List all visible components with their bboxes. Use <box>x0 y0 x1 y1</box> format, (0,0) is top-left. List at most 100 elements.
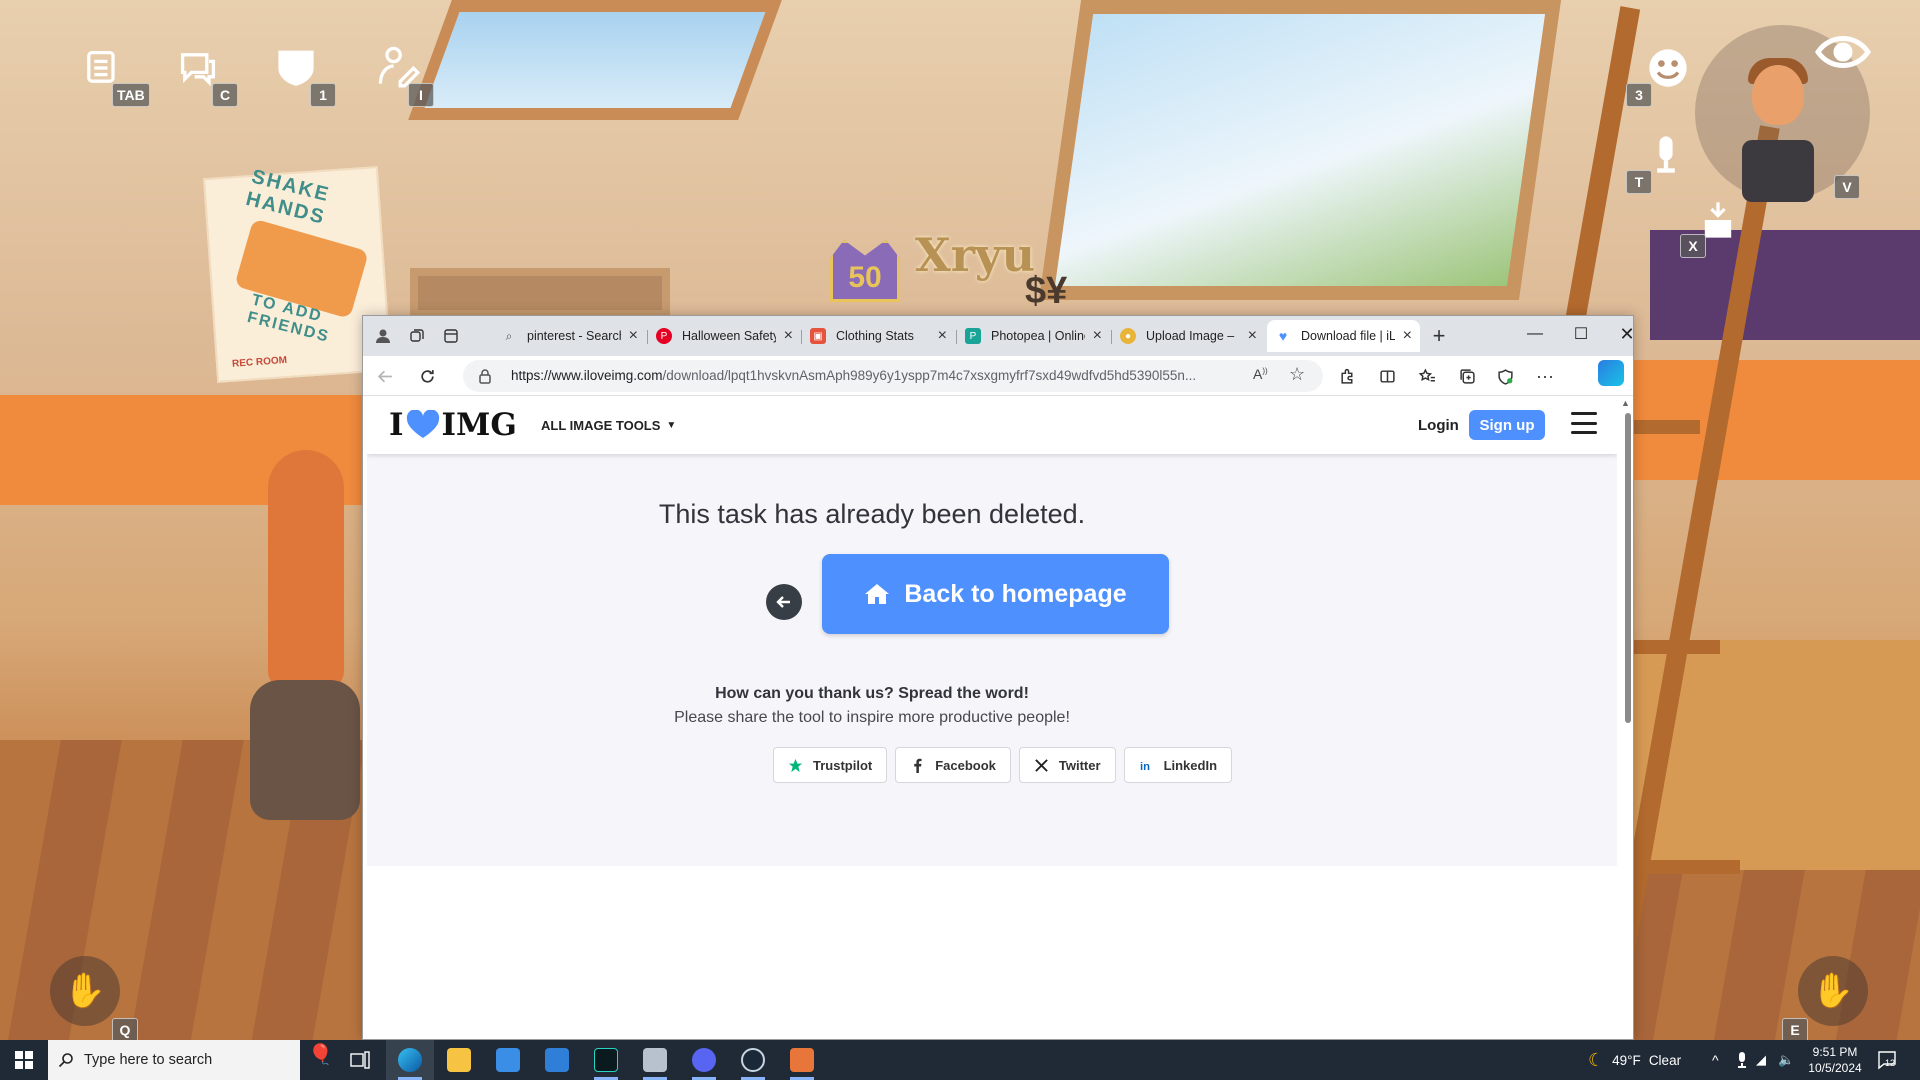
linkedin-icon: in <box>1140 761 1150 773</box>
tab-actions-icon[interactable] <box>437 322 465 350</box>
back-icon[interactable] <box>371 362 399 390</box>
workspaces-icon[interactable] <box>403 322 431 350</box>
copilot-icon[interactable] <box>1598 360 1624 386</box>
tab-title: Clothing Stats <box>836 329 914 343</box>
weather-desc: Clear <box>1648 1052 1682 1068</box>
hamburger-menu-icon[interactable] <box>1571 412 1597 434</box>
twitter-button[interactable]: Twitter <box>1018 747 1116 783</box>
address-bar[interactable]: https://www.iloveimg.com/download/lpqt1h… <box>463 360 1323 392</box>
task-view-icon[interactable] <box>336 1040 384 1080</box>
tab-title: Photopea | Online <box>991 329 1085 343</box>
logo-text-left: I <box>389 407 404 443</box>
edge-taskbar-icon[interactable] <box>386 1040 434 1080</box>
close-icon[interactable]: × <box>629 327 638 345</box>
linkedin-button[interactable]: in LinkedIn <box>1123 747 1233 783</box>
scroll-up-icon[interactable]: ▲ <box>1621 398 1630 408</box>
browser-window: ⌕ pinterest - Search × P Halloween Safet… <box>362 315 1634 1040</box>
browser-essentials-icon[interactable] <box>1491 362 1519 390</box>
avatar-head <box>1752 65 1804 125</box>
lock-icon[interactable] <box>477 368 493 384</box>
wave-right-icon[interactable]: ✋ <box>1798 956 1868 1026</box>
store-icon[interactable] <box>484 1040 532 1080</box>
windows-taskbar: Type here to search 🎈 ☾ 49°F Clear ^ ◢ 🔈… <box>0 1040 1920 1080</box>
search-icon <box>58 1053 73 1068</box>
taskbar-search[interactable]: Type here to search 🎈 <box>48 1040 333 1080</box>
extensions-icon[interactable] <box>1333 362 1361 390</box>
close-icon[interactable]: × <box>1093 327 1102 345</box>
heart-icon <box>406 410 439 438</box>
site-header: I IMG ALL IMAGE TOOLS ▼ Login Sign up <box>367 396 1617 454</box>
read-aloud-icon[interactable]: A)) <box>1253 366 1268 382</box>
tab-clothing-stats[interactable]: ▣ Clothing Stats × <box>802 320 955 352</box>
iloveimg-logo[interactable]: I IMG <box>389 407 517 443</box>
trustpilot-button[interactable]: Trustpilot <box>773 747 888 783</box>
mail-icon[interactable] <box>533 1040 581 1080</box>
back-home-label: Back to homepage <box>904 579 1127 608</box>
tab-pinterest-search[interactable]: ⌕ pinterest - Search × <box>493 320 646 352</box>
hud-key-shield: 1 <box>310 83 336 107</box>
volume-icon[interactable]: 🔈 <box>1778 1040 1794 1080</box>
iloveimg-heart-icon: ♥ <box>1278 328 1288 344</box>
network-icon[interactable]: ◢ <box>1756 1040 1766 1080</box>
tray-chevron-icon[interactable]: ^ <box>1712 1040 1719 1080</box>
hud-key-wave-right: E <box>1782 1018 1808 1040</box>
hud-key-mic: T <box>1626 170 1652 194</box>
hud-key-emote: 3 <box>1626 83 1652 107</box>
player-nametag: Xryu <box>915 228 1036 282</box>
steam-icon[interactable] <box>729 1040 777 1080</box>
microphone-tray-icon[interactable] <box>1736 1040 1748 1080</box>
hud-key-chat: C <box>212 83 238 107</box>
hud-key-tab: TAB <box>112 83 150 107</box>
back-to-homepage-button[interactable]: Back to homepage <box>822 554 1169 634</box>
windows-start-icon[interactable] <box>0 1040 48 1080</box>
tab-title: Halloween Safety <box>682 329 776 343</box>
all-tools-label: ALL IMAGE TOOLS <box>541 418 661 433</box>
notification-icon[interactable]: 12 <box>1876 1048 1900 1072</box>
collections-icon[interactable] <box>1453 362 1481 390</box>
close-icon[interactable]: × <box>938 327 947 345</box>
wall-picture <box>410 268 670 318</box>
hud-key-wave-left: Q <box>112 1018 138 1040</box>
close-icon[interactable]: × <box>1403 327 1412 345</box>
refresh-icon[interactable] <box>413 362 441 390</box>
taskbar-clock[interactable]: 9:51 PM 10/5/2024 <box>1800 1044 1870 1076</box>
all-image-tools-menu[interactable]: ALL IMAGE TOOLS ▼ <box>541 418 676 433</box>
attic-window <box>1038 0 1562 300</box>
favorite-star-icon[interactable]: ☆ <box>1289 364 1305 385</box>
close-icon[interactable]: × <box>784 327 793 345</box>
back-arrow-icon[interactable] <box>766 584 802 620</box>
maximize-icon[interactable]: ☐ <box>1563 320 1599 348</box>
tab-photopea[interactable]: P Photopea | Online × <box>957 320 1110 352</box>
more-options-icon[interactable]: ··· <box>1531 362 1559 390</box>
facebook-icon <box>914 758 922 773</box>
tab-strip: ⌕ pinterest - Search × P Halloween Safet… <box>363 316 1633 356</box>
pinterest-icon: P <box>656 328 672 344</box>
rec-room-icon[interactable] <box>778 1040 826 1080</box>
weather-temp: 49°F <box>1612 1052 1641 1068</box>
tab-upload-image[interactable]: ● Upload Image – × <box>1112 320 1265 352</box>
tab-halloween-safety[interactable]: P Halloween Safety × <box>648 320 801 352</box>
favorites-icon[interactable] <box>1413 362 1441 390</box>
discord-icon[interactable] <box>680 1040 728 1080</box>
signup-button[interactable]: Sign up <box>1469 410 1545 440</box>
eye-icon[interactable] <box>1814 28 1872 76</box>
share-buttons: Trustpilot Facebook Twitter in LinkedIn <box>773 747 1233 783</box>
file-explorer-icon[interactable] <box>435 1040 483 1080</box>
search-highlight-icon: 🎈 <box>308 1044 333 1066</box>
tab-download-file[interactable]: ♥ Download file | iL × <box>1267 320 1420 352</box>
split-screen-icon[interactable] <box>1373 362 1401 390</box>
wave-left-icon[interactable]: ✋ <box>50 956 120 1026</box>
scrollbar-thumb[interactable] <box>1625 413 1631 723</box>
profile-icon[interactable] <box>369 322 397 350</box>
minimize-icon[interactable]: — <box>1517 320 1553 348</box>
login-link[interactable]: Login <box>1418 417 1459 434</box>
close-icon[interactable]: × <box>1248 327 1257 345</box>
app-window-icon[interactable] <box>631 1040 679 1080</box>
close-window-icon[interactable]: ✕ <box>1609 320 1633 348</box>
new-tab-button[interactable]: + <box>1425 322 1453 350</box>
url-text: https://www.iloveimg.com/download/lpqt1h… <box>511 368 1197 383</box>
mannequin <box>250 450 360 820</box>
facebook-button[interactable]: Facebook <box>895 747 1011 783</box>
weather-widget[interactable]: ☾ 49°F Clear <box>1588 1040 1681 1080</box>
app-waveform-icon[interactable] <box>582 1040 630 1080</box>
